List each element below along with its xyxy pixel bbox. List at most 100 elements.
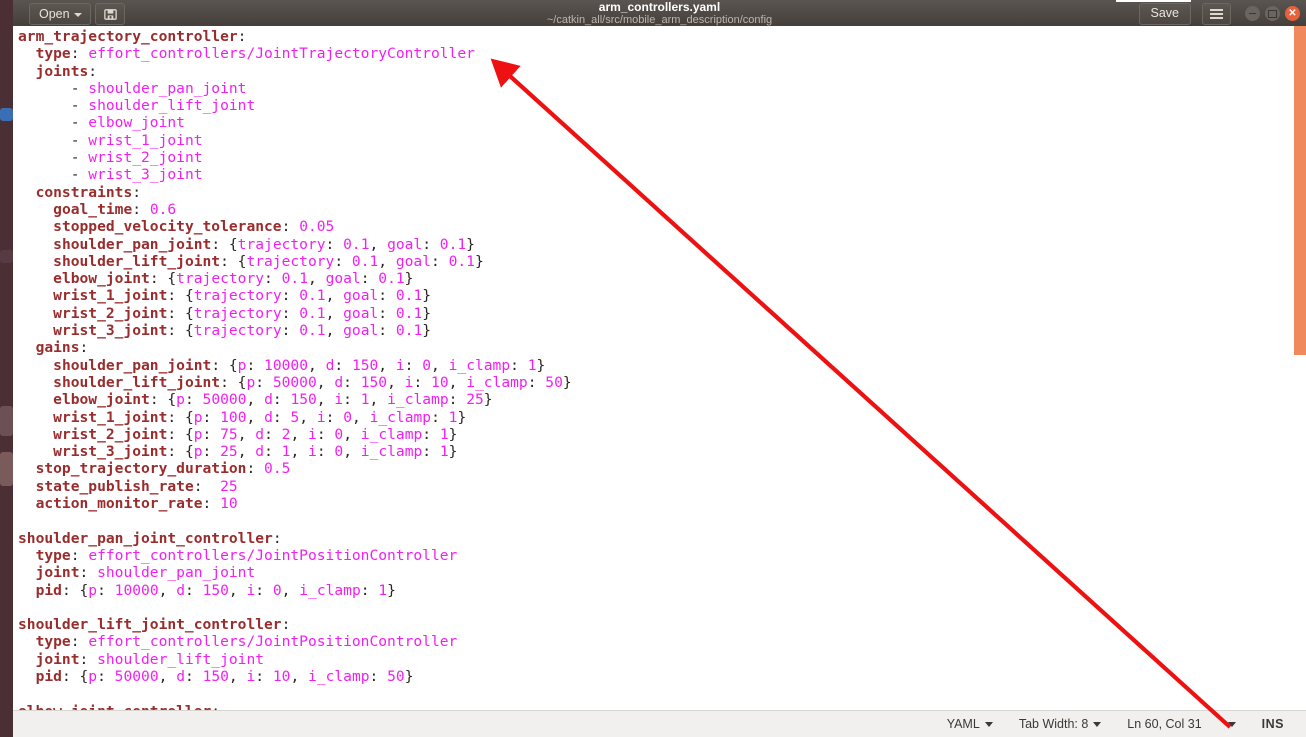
code-line[interactable]: type: effort_controllers/JointTrajectory… — [18, 45, 572, 62]
code-token-p: : { — [167, 304, 194, 322]
yaml-source-code[interactable]: arm_trajectory_controller: type: effort_… — [18, 28, 572, 711]
code-line[interactable]: state_publish_rate: 25 — [18, 478, 572, 495]
code-line[interactable]: shoulder_pan_joint_controller: — [18, 530, 572, 547]
code-token-v: 150 — [351, 356, 379, 374]
launcher-icon-terminal[interactable] — [0, 406, 13, 436]
code-line[interactable]: arm_trajectory_controller: — [18, 28, 572, 45]
code-token-p — [18, 582, 36, 599]
titlebar-highlight-strip — [1116, 0, 1191, 2]
code-token-k: shoulder_lift_joint — [53, 252, 221, 270]
tab-width-selector[interactable]: Tab Width: 8 — [1019, 717, 1102, 731]
code-token-v: 10000 — [264, 356, 308, 374]
code-token-v: 5 — [290, 408, 300, 426]
main-menu-button[interactable] — [1202, 3, 1231, 25]
open-button-label: Open — [39, 7, 70, 21]
code-line[interactable]: joint: shoulder_lift_joint — [18, 651, 572, 668]
code-token-p: : — [527, 373, 546, 391]
code-line[interactable]: - wrist_2_joint — [18, 149, 572, 166]
code-line[interactable]: wrist_1_joint: {p: 100, d: 5, i: 0, i_cl… — [18, 409, 572, 426]
minimize-button[interactable] — [1245, 6, 1260, 21]
code-token-k: type — [35, 633, 71, 651]
code-line[interactable]: wrist_3_joint: {trajectory: 0.1, goal: 0… — [18, 322, 572, 339]
code-token-v: 150 — [202, 667, 229, 685]
code-token-ik: i_clamp — [466, 373, 528, 391]
launcher-icon-app[interactable] — [0, 250, 13, 263]
code-line[interactable]: type: effort_controllers/JointPositionCo… — [18, 633, 572, 650]
language-selector[interactable]: YAML — [947, 717, 993, 731]
code-token-v: 50 — [545, 373, 563, 391]
code-line[interactable]: elbow_joint: {p: 50000, d: 150, i: 1, i_… — [18, 391, 572, 408]
code-line[interactable]: stopped_velocity_tolerance: 0.05 — [18, 218, 572, 235]
code-line[interactable]: joints: — [18, 63, 572, 80]
code-line[interactable]: wrist_2_joint: {p: 75, d: 2, i: 0, i_cla… — [18, 426, 572, 443]
code-token-k: wrist_3_joint — [53, 322, 168, 340]
close-icon: ✕ — [1288, 7, 1297, 19]
chevron-down-icon — [1227, 721, 1236, 727]
code-token-p: : { — [149, 391, 177, 409]
save-file-button[interactable] — [95, 3, 125, 25]
code-token-v: 25 — [220, 477, 238, 495]
maximize-button[interactable] — [1265, 6, 1280, 21]
code-line[interactable]: - wrist_3_joint — [18, 166, 572, 183]
code-token-ik: trajectory — [193, 304, 282, 322]
window-title-block: arm_controllers.yaml ~/catkin_all/src/mo… — [13, 0, 1306, 26]
code-line[interactable]: type: effort_controllers/JointPositionCo… — [18, 547, 572, 564]
code-token-v: 0.05 — [299, 218, 335, 236]
status-bar[interactable]: YAML Tab Width: 8 Ln 60, Col 31 INS — [13, 710, 1306, 737]
code-token-v: 1 — [360, 391, 370, 409]
code-line[interactable]: gains: — [18, 339, 572, 356]
code-token-k: shoulder_lift_joint_controller — [18, 616, 282, 634]
maximize-icon — [1268, 9, 1277, 18]
vertical-scrollbar[interactable] — [1293, 26, 1306, 711]
code-line[interactable] — [18, 512, 572, 529]
statusbar-overflow-menu[interactable] — [1227, 721, 1236, 727]
launcher-icon-editor[interactable] — [0, 452, 13, 486]
code-line[interactable]: - wrist_1_joint — [18, 132, 572, 149]
code-line[interactable]: wrist_3_joint: {p: 25, d: 1, i: 0, i_cla… — [18, 443, 572, 460]
close-button[interactable]: ✕ — [1285, 6, 1300, 21]
text-editor-view[interactable]: arm_trajectory_controller: type: effort_… — [13, 26, 1306, 711]
code-token-p — [18, 270, 53, 287]
title-bar[interactable]: Open arm_controllers.yaml ~/catkin_all/s… — [13, 0, 1306, 26]
code-line[interactable]: joint: shoulder_pan_joint — [18, 564, 572, 581]
code-line[interactable]: wrist_2_joint: {trajectory: 0.1, goal: 0… — [18, 305, 572, 322]
code-line[interactable]: shoulder_lift_joint: {p: 50000, d: 150, … — [18, 374, 572, 391]
code-line[interactable]: shoulder_lift_joint: {trajectory: 0.1, g… — [18, 253, 572, 270]
cursor-position-label: Ln 60, Col 31 — [1127, 717, 1202, 731]
code-token-ik: trajectory — [193, 322, 282, 340]
code-line[interactable]: action_monitor_rate: 10 — [18, 495, 572, 512]
code-line[interactable]: goal_time: 0.6 — [18, 201, 572, 218]
code-line[interactable]: - shoulder_pan_joint — [18, 80, 572, 97]
code-token-p: : — [510, 356, 528, 374]
code-token-v: 75 — [220, 425, 238, 443]
code-line[interactable] — [18, 599, 572, 616]
scrollbar-thumb[interactable] — [1294, 26, 1306, 355]
code-line[interactable]: - shoulder_lift_joint — [18, 97, 572, 114]
code-token-k: elbow_joint — [53, 391, 150, 409]
launcher-icon-files[interactable] — [0, 108, 13, 121]
code-line[interactable]: wrist_1_joint: {trajectory: 0.1, goal: 0… — [18, 287, 572, 304]
insert-mode-label: INS — [1261, 717, 1284, 731]
code-line[interactable]: pid: {p: 10000, d: 150, i: 0, i_clamp: 1… — [18, 582, 572, 599]
open-button[interactable]: Open — [29, 3, 91, 25]
code-token-p: : — [334, 252, 352, 270]
code-token-v: 150 — [360, 373, 388, 391]
code-line[interactable]: pid: {p: 50000, d: 150, i: 10, i_clamp: … — [18, 668, 572, 685]
code-token-p — [18, 443, 53, 460]
code-line[interactable]: stop_trajectory_duration: 0.5 — [18, 460, 572, 477]
save-button[interactable]: Save — [1138, 3, 1191, 25]
code-line[interactable]: shoulder_pan_joint: {p: 10000, d: 150, i… — [18, 357, 572, 374]
code-line[interactable]: - elbow_joint — [18, 114, 572, 131]
code-token-p: : { — [167, 425, 194, 443]
code-token-v: 0.1 — [448, 252, 475, 270]
code-token-p: : — [378, 304, 396, 322]
code-line[interactable]: shoulder_pan_joint: {trajectory: 0.1, go… — [18, 236, 572, 253]
code-token-p: , — [228, 581, 247, 599]
code-line[interactable] — [18, 685, 572, 702]
code-line[interactable]: elbow_joint: {trajectory: 0.1, goal: 0.1… — [18, 270, 572, 287]
unity-launcher[interactable] — [0, 0, 13, 737]
code-line[interactable]: constraints: — [18, 184, 572, 201]
window-controls[interactable]: ✕ — [1245, 6, 1300, 21]
code-line[interactable]: shoulder_lift_joint_controller: — [18, 616, 572, 633]
code-token-k: type — [35, 45, 71, 63]
